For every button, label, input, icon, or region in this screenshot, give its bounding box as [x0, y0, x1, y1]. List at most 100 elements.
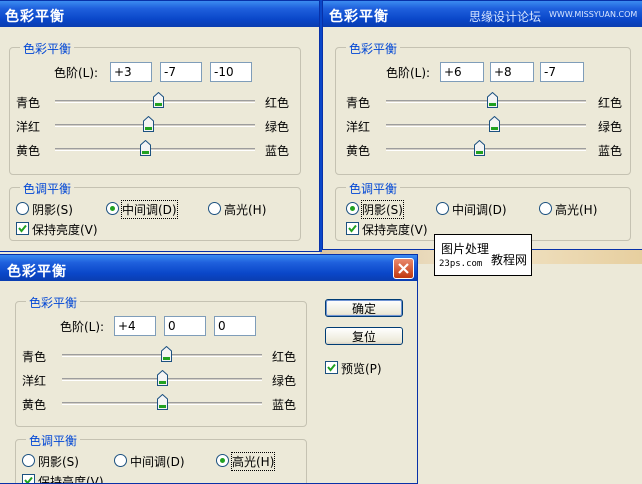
- level-yellow-blue-input[interactable]: [214, 316, 256, 336]
- close-icon: [398, 263, 409, 274]
- slider-right-label: 蓝色: [272, 398, 297, 412]
- color-balance-group: 色彩平衡 色阶(L): 青色 红色 洋红 绿色 黄色 蓝色: [9, 40, 301, 175]
- radio-selected-dot: [110, 206, 115, 211]
- slider-right-label: 红色: [265, 96, 290, 110]
- slider-left-label: 青色: [22, 350, 47, 364]
- slider-thumb-icon[interactable]: [139, 140, 151, 156]
- slider-left-label: 黄色: [16, 144, 41, 158]
- window-title: 色彩平衡: [7, 264, 67, 280]
- checkmark-icon: [18, 224, 27, 233]
- tone-label[interactable]: 阴影(S): [32, 201, 73, 218]
- tone-label[interactable]: 中间调(D): [452, 201, 507, 218]
- slider-left-label: 黄色: [346, 144, 371, 158]
- slider-thumb-icon[interactable]: [142, 116, 154, 132]
- slider-thumb-icon[interactable]: [156, 394, 168, 410]
- color-balance-dialog-3: 色彩平衡 色彩平衡 色阶(L): 青色 红色 洋红 绿色 黄色 蓝色 色调平衡 …: [0, 254, 418, 484]
- preserve-luminosity-checkbox[interactable]: [22, 474, 35, 483]
- close-button[interactable]: [393, 258, 414, 279]
- window-title: 色彩平衡: [329, 9, 389, 25]
- slider-right-label: 红色: [598, 96, 623, 110]
- radio-selected-dot: [220, 458, 225, 463]
- group-title: 色彩平衡: [26, 294, 81, 311]
- slider-thumb-icon[interactable]: [488, 116, 500, 132]
- slider-left-label: 洋红: [346, 120, 371, 134]
- watermark-text: 思缘设计论坛: [469, 10, 542, 24]
- tone-label[interactable]: 高光(H): [230, 452, 276, 471]
- slider-right-label: 红色: [272, 350, 297, 364]
- yellow-blue-slider[interactable]: [55, 148, 255, 151]
- group-title: 色彩平衡: [346, 40, 401, 57]
- preview-checkbox[interactable]: [325, 361, 338, 374]
- preserve-luminosity-label[interactable]: 保持亮度(V): [362, 221, 428, 238]
- yellow-blue-slider[interactable]: [386, 148, 586, 151]
- preserve-luminosity-checkbox[interactable]: [346, 222, 359, 235]
- slider-thumb-icon[interactable]: [160, 346, 172, 362]
- level-cyan-red-input[interactable]: [440, 62, 484, 82]
- level-cyan-red-input[interactable]: [110, 62, 152, 82]
- preserve-luminosity-checkbox[interactable]: [16, 222, 29, 235]
- title-bar[interactable]: 色彩平衡: [0, 255, 417, 281]
- window-title: 色彩平衡: [5, 9, 65, 25]
- shadows-radio[interactable]: [16, 202, 29, 215]
- highlights-radio[interactable]: [539, 202, 552, 215]
- slider-thumb-icon[interactable]: [473, 140, 485, 156]
- preview-label[interactable]: 预览(P): [341, 360, 382, 377]
- midtones-radio[interactable]: [114, 454, 127, 467]
- color-balance-group: 色彩平衡 色阶(L): 青色 红色 洋红 绿色 黄色 蓝色: [335, 40, 631, 175]
- slider-thumb-icon[interactable]: [156, 370, 168, 386]
- level-magenta-green-input[interactable]: [490, 62, 534, 82]
- title-bar[interactable]: 色彩平衡 思缘设计论坛 WWW.MISSYUAN.COM: [323, 1, 642, 27]
- title-bar[interactable]: 色彩平衡: [0, 1, 319, 27]
- level-magenta-green-input[interactable]: [164, 316, 206, 336]
- tone-label[interactable]: 高光(H): [555, 201, 597, 218]
- reset-button[interactable]: 复位: [325, 327, 403, 345]
- slider-left-label: 洋红: [22, 374, 47, 388]
- tooltip-line-1: 图片处理: [441, 242, 490, 256]
- level-magenta-green-input[interactable]: [160, 62, 202, 82]
- ok-button[interactable]: 确定: [325, 299, 403, 317]
- level-yellow-blue-input[interactable]: [540, 62, 584, 82]
- midtones-radio[interactable]: [106, 202, 119, 215]
- color-balance-dialog-1: 色彩平衡 色彩平衡 色阶(L): 青色 红色 洋红 绿色 黄色 蓝色 色调平衡 …: [0, 0, 320, 252]
- level-yellow-blue-input[interactable]: [210, 62, 252, 82]
- tone-label[interactable]: 阴影(S): [38, 453, 79, 470]
- levels-label: 色阶(L):: [54, 66, 99, 80]
- preserve-luminosity-label[interactable]: 保持亮度(V): [32, 221, 98, 238]
- slider-left-label: 青色: [16, 96, 41, 110]
- checkmark-icon: [348, 224, 357, 233]
- checkmark-icon: [327, 363, 336, 372]
- levels-label: 色阶(L):: [386, 66, 431, 80]
- midtones-radio[interactable]: [436, 202, 449, 215]
- highlights-radio[interactable]: [216, 454, 229, 467]
- group-title: 色彩平衡: [20, 40, 75, 57]
- shadows-radio[interactable]: [346, 202, 359, 215]
- tone-label[interactable]: 阴影(S): [361, 200, 404, 219]
- tone-balance-group: 色调平衡 阴影(S) 中间调(D) 高光(H) 保持亮度(V): [9, 180, 301, 241]
- shadows-radio[interactable]: [22, 454, 35, 467]
- preserve-luminosity-label[interactable]: 保持亮度(V): [38, 473, 104, 483]
- slider-right-label: 绿色: [272, 374, 297, 388]
- highlights-radio[interactable]: [208, 202, 221, 215]
- magenta-green-slider[interactable]: [386, 124, 586, 127]
- tone-balance-group: 色调平衡 阴影(S) 中间调(D) 高光(H) 保持亮度(V): [335, 180, 631, 241]
- magenta-green-slider[interactable]: [55, 124, 255, 127]
- slider-right-label: 蓝色: [598, 144, 623, 158]
- tone-balance-group: 色调平衡 阴影(S) 中间调(D) 高光(H) 保持亮度(V): [15, 432, 307, 483]
- checkmark-icon: [24, 476, 33, 483]
- tone-label[interactable]: 中间调(D): [130, 453, 185, 470]
- radio-selected-dot: [350, 206, 355, 211]
- level-cyan-red-input[interactable]: [114, 316, 156, 336]
- slider-thumb-icon[interactable]: [152, 92, 164, 108]
- watermark-url: WWW.MISSYUAN.COM: [549, 10, 638, 19]
- group-title: 色调平衡: [346, 180, 401, 197]
- group-title: 色调平衡: [26, 432, 81, 449]
- tone-label[interactable]: 高光(H): [224, 201, 266, 218]
- slider-thumb-icon[interactable]: [486, 92, 498, 108]
- slider-right-label: 绿色: [598, 120, 623, 134]
- watermark-tooltip: 图片处理 23ps.com 教程网: [434, 234, 532, 276]
- slider-right-label: 蓝色: [265, 144, 290, 158]
- tone-label[interactable]: 中间调(D): [121, 200, 178, 219]
- tooltip-line-3: 教程网: [491, 253, 528, 267]
- slider-right-label: 绿色: [265, 120, 290, 134]
- slider-left-label: 青色: [346, 96, 371, 110]
